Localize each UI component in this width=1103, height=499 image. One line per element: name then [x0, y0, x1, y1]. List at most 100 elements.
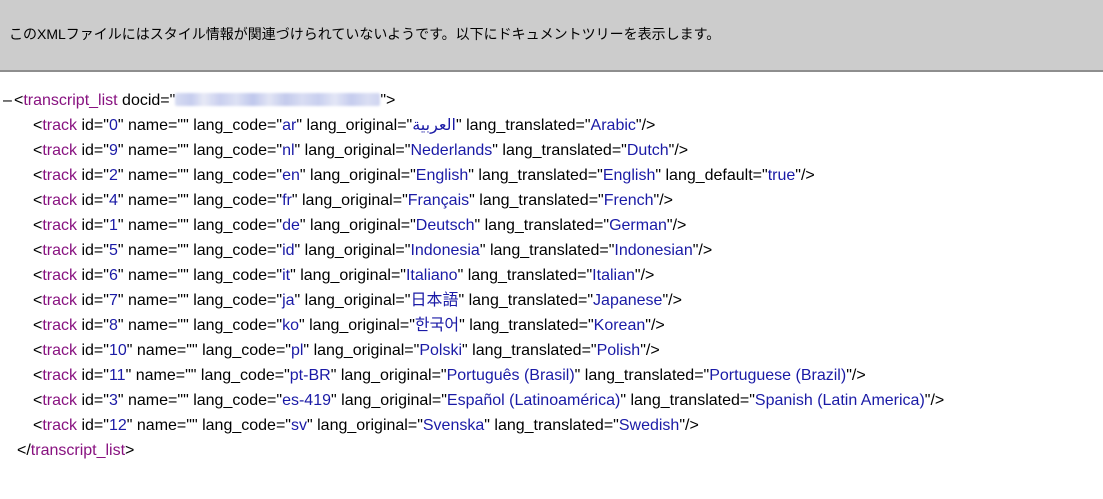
track-tag-name: track [42, 117, 78, 134]
attr-name-lang-original: lang_original [304, 142, 396, 159]
attr-name-id: id [81, 117, 94, 134]
attr-name-id: id [81, 367, 94, 384]
track-tag-name: track [42, 367, 78, 384]
attr-name-lang-code: lang_code [193, 167, 268, 184]
attr-name-lang-translated: lang_translated [466, 117, 576, 134]
attr-name-lang-original: lang_original [317, 417, 408, 434]
attr-value-id: 7 [108, 292, 118, 309]
attr-value-lang-translated: German [609, 217, 667, 234]
attr-value-lang-code: es-419 [282, 392, 331, 409]
attr-value-lang-original: Italiano [405, 267, 458, 284]
attr-value-lang-original: 日本語 [410, 292, 459, 309]
attr-value-lang-code: it [282, 267, 291, 284]
attr-value-lang-translated: Polish [596, 342, 641, 359]
attr-name-lang-code: lang_code [202, 417, 276, 434]
attr-value-lang-original: Español (Latinoamérica) [446, 392, 621, 409]
attr-value-id: 9 [108, 142, 118, 159]
attr-value-id: 10 [108, 342, 127, 359]
attr-value-id: 12 [108, 417, 127, 434]
attr-name-name: name [136, 417, 177, 434]
track-tag-name: track [42, 292, 78, 309]
attr-value-lang-code: de [282, 217, 300, 234]
attr-name-lang-translated: lang_translated [469, 317, 579, 334]
attr-name-lang-translated: lang_translated [484, 217, 595, 234]
attr-value-id: 2 [108, 167, 118, 184]
track-element: <track id="1" name="" lang_code="de" lan… [33, 217, 687, 234]
attr-name-lang-translated: lang_translated [468, 292, 579, 309]
attr-name-id: id [81, 192, 94, 209]
attr-value-lang-default: true [767, 167, 796, 184]
track-element: <track id="4" name="" lang_code="fr" lan… [33, 192, 673, 209]
attr-value-id: 3 [108, 392, 118, 409]
root-open-line: – <transcript_list docid=" "> [0, 88, 944, 113]
attr-name-lang-original: lang_original [304, 292, 396, 309]
attr-name-lang-translated: lang_translated [472, 342, 582, 359]
track-element: <track id="7" name="" lang_code="ja" lan… [33, 292, 682, 309]
attr-name-lang-code: lang_code [193, 317, 268, 334]
attr-name-name: name [128, 267, 169, 284]
track-tag-name: track [42, 392, 78, 409]
attr-name-name: name [136, 342, 177, 359]
attr-value-lang-original: Português (Brasil) [446, 367, 575, 384]
attr-value-lang-original: Deutsch [415, 217, 475, 234]
attr-value-lang-code: id [282, 242, 295, 259]
attr-name-id: id [81, 292, 94, 309]
attr-name-name: name [128, 167, 169, 184]
attr-name-lang-code: lang_code [193, 217, 268, 234]
attr-name-lang-translated: lang_translated [494, 417, 604, 434]
track-tag-name: track [42, 167, 78, 184]
track-tag-name: track [42, 192, 78, 209]
attr-value-lang-translated: Japanese [593, 292, 663, 309]
attr-value-lang-translated: Arabic [590, 117, 636, 134]
root-close-tag-name: transcript_list [30, 442, 126, 459]
attr-name-lang-original: lang_original [310, 167, 401, 184]
attr-name-name: name [128, 142, 169, 159]
attr-value-id: 6 [108, 267, 118, 284]
xml-document-tree: – <transcript_list docid=" "> <track id="0… [0, 88, 944, 463]
attr-name-lang-original: lang_original [309, 317, 400, 334]
attr-value-lang-translated: Indonesian [614, 242, 693, 259]
attr-name-lang-original: lang_original [310, 217, 401, 234]
attr-name-id: id [81, 167, 94, 184]
attr-value-lang-code: pl [290, 342, 304, 359]
track-tag-name: track [42, 242, 78, 259]
attr-name-id: id [81, 392, 94, 409]
root-tag-name: transcript_list [23, 92, 118, 109]
docid-attr-name: docid [122, 92, 161, 109]
attr-name-name: name [135, 367, 176, 384]
attr-name-lang-code: lang_code [193, 142, 268, 159]
collapse-toggle[interactable]: – [3, 88, 14, 113]
attr-name-name: name [128, 117, 169, 134]
attr-value-lang-original: Svenska [422, 417, 485, 434]
redacted-docid-value [175, 93, 381, 106]
track-element: <track id="12" name="" lang_code="sv" la… [33, 417, 699, 434]
attr-value-lang-original: English [415, 167, 469, 184]
attr-name-name: name [128, 217, 169, 234]
track-tag-name: track [42, 342, 78, 359]
track-element: <track id="5" name="" lang_code="id" lan… [33, 242, 713, 259]
attr-name-lang-code: lang_code [193, 392, 268, 409]
attr-name-id: id [81, 217, 94, 234]
attr-name-name: name [128, 242, 169, 259]
attr-value-id: 1 [108, 217, 118, 234]
attr-value-lang-original: 한국어 [414, 317, 460, 334]
attr-value-lang-code: ja [282, 292, 295, 309]
attr-name-lang-code: lang_code [202, 342, 276, 359]
attr-name-lang-code: lang_code [193, 292, 268, 309]
track-element: <track id="8" name="" lang_code="ko" lan… [33, 317, 665, 334]
attr-name-lang-code: lang_code [193, 267, 268, 284]
attr-value-lang-code: fr [282, 192, 292, 209]
track-tag-name: track [42, 267, 78, 284]
track-element: <track id="3" name="" lang_code="es-419"… [33, 392, 945, 409]
attr-name-name: name [128, 392, 169, 409]
attr-name-lang-original: lang_original [304, 242, 396, 259]
track-tag-name: track [42, 142, 78, 159]
attr-value-lang-code: en [282, 167, 300, 184]
attr-name-lang-code: lang_code [200, 367, 275, 384]
track-element: <track id="11" name="" lang_code="pt-BR"… [33, 367, 866, 384]
attr-value-lang-translated: Portuguese (Brazil) [709, 367, 847, 384]
attr-value-lang-code: ar [282, 117, 297, 134]
attr-name-lang-original: lang_original [306, 117, 398, 134]
attr-name-id: id [81, 342, 94, 359]
attr-name-lang-code: lang_code [193, 117, 268, 134]
